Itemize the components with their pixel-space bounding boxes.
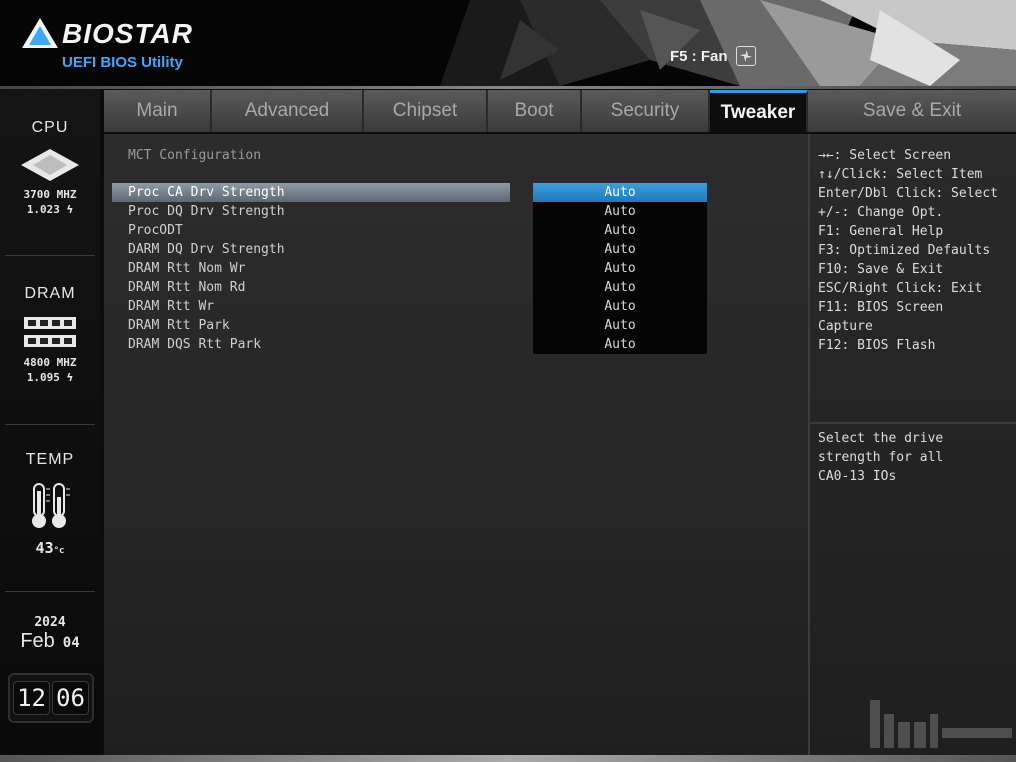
- thermometer-icon: [32, 483, 70, 528]
- sidebar-divider: [5, 424, 95, 425]
- dram-title: DRAM: [24, 285, 76, 302]
- biostar-logo-icon: [22, 18, 58, 48]
- tab-chipset[interactable]: Chipset: [364, 90, 488, 132]
- temp-status: TEMP 43°c: [0, 451, 100, 557]
- setting-label: DRAM DQS Rtt Park: [128, 337, 262, 352]
- main-tabs: Main Advanced Chipset Boot Security Twea…: [104, 90, 1016, 132]
- key-help-line: ESC/Right Click: Exit: [818, 281, 983, 296]
- key-help-line: F1: General Help: [818, 224, 944, 239]
- key-help-line: F11: BIOS Screen: [818, 300, 944, 315]
- key-help-line: F10: Save & Exit: [818, 262, 944, 277]
- bios-subtitle: UEFI BIOS Utility: [62, 54, 183, 71]
- setting-label: DARM DQ Drv Strength: [128, 242, 285, 257]
- key-help-line: F12: BIOS Flash: [818, 338, 936, 353]
- tab-save-exit[interactable]: Save & Exit: [808, 90, 1016, 132]
- key-help-line: Capture: [818, 319, 873, 334]
- bottom-edge: [0, 755, 1016, 762]
- tab-boot[interactable]: Boot: [488, 90, 582, 132]
- temp-unit: °c: [53, 546, 65, 556]
- key-help-line: ↑↓/Click: Select Item: [818, 167, 983, 182]
- setting-label: Proc CA Drv Strength: [128, 185, 285, 200]
- dram-module-icon: [24, 317, 76, 347]
- key-help-line: +/-: Change Opt.: [818, 205, 944, 220]
- setting-row-proc-ca-drv-strength[interactable]: Proc CA Drv Strength Auto: [112, 183, 712, 202]
- tab-advanced[interactable]: Advanced: [212, 90, 364, 132]
- status-sidebar: CPU 3700 MHZ 1.023 ϟ DRAM 4800 MHZ 1.095…: [0, 89, 100, 755]
- cpu-voltage: 1.023 ϟ: [26, 203, 74, 216]
- temp-reading: 43°c: [0, 539, 100, 557]
- time-minute: 06: [52, 681, 89, 715]
- setting-label: Proc DQ Drv Strength: [128, 204, 285, 219]
- setting-value[interactable]: Auto: [533, 278, 707, 297]
- setting-value[interactable]: Auto: [533, 335, 707, 354]
- header-banner: BIOSTAR UEFI BIOS Utility F5 : Fan: [0, 0, 1016, 86]
- fan-icon: [735, 46, 756, 66]
- watermark-logo: [870, 700, 1012, 748]
- date-display: 2024 Feb 04: [0, 615, 100, 653]
- key-help-line: Enter/Dbl Click: Select: [818, 186, 999, 201]
- setting-row-dram-rtt-nom-wr[interactable]: DRAM Rtt Nom Wr Auto: [112, 259, 712, 278]
- sidebar-divider: [5, 591, 95, 592]
- sidebar-divider: [5, 255, 95, 256]
- description-line: CA0-13 IOs: [818, 469, 897, 484]
- dram-voltage: 1.095 ϟ: [26, 371, 74, 384]
- item-description: Select the drive strength for all CA0-13…: [818, 429, 1008, 486]
- time-display: 12 06: [8, 673, 94, 723]
- setting-row-procodt[interactable]: ProcODT Auto: [112, 221, 712, 240]
- setting-row-darm-dq-drv-strength[interactable]: DARM DQ Drv Strength Auto: [112, 240, 712, 259]
- key-help-line: →←: Select Screen: [818, 148, 952, 163]
- setting-row-dram-rtt-wr[interactable]: DRAM Rtt Wr Auto: [112, 297, 712, 316]
- setting-value[interactable]: Auto: [533, 316, 707, 335]
- setting-label: DRAM Rtt Wr: [128, 299, 215, 314]
- key-help-list: →←: Select Screen ↑↓/Click: Select Item …: [818, 146, 998, 355]
- setting-value[interactable]: Auto: [533, 240, 707, 259]
- setting-label: ProcODT: [128, 223, 183, 238]
- description-line: Select the drive: [818, 431, 944, 446]
- setting-label: DRAM Rtt Nom Wr: [128, 261, 246, 276]
- setting-row-proc-dq-drv-strength[interactable]: Proc DQ Drv Strength Auto: [112, 202, 712, 221]
- setting-value[interactable]: Auto: [533, 202, 707, 221]
- temp-title: TEMP: [25, 451, 75, 468]
- header-divider: [0, 86, 1016, 89]
- date-year: 2024: [34, 615, 66, 630]
- fan-hotkey[interactable]: F5 : Fan: [670, 46, 756, 66]
- date-day: 04: [62, 635, 80, 651]
- tab-tweaker[interactable]: Tweaker: [710, 90, 808, 132]
- settings-panel: MCT Configuration Proc CA Drv Strength A…: [104, 134, 808, 755]
- dram-frequency: 4800 MHZ: [23, 356, 77, 369]
- setting-value[interactable]: Auto: [533, 259, 707, 278]
- setting-label: DRAM Rtt Park: [128, 318, 230, 333]
- time-hour: 12: [13, 681, 50, 715]
- brand-name: BIOSTAR: [62, 18, 193, 49]
- cpu-chip-icon: [21, 149, 79, 181]
- setting-row-dram-rtt-nom-rd[interactable]: DRAM Rtt Nom Rd Auto: [112, 278, 712, 297]
- setting-row-dram-dqs-rtt-park[interactable]: DRAM DQS Rtt Park Auto: [112, 335, 712, 354]
- setting-label: DRAM Rtt Nom Rd: [128, 280, 246, 295]
- fan-hotkey-label: F5 : Fan: [670, 47, 728, 65]
- biostar-logo: BIOSTAR UEFI BIOS Utility: [20, 12, 210, 76]
- cpu-title: CPU: [31, 119, 69, 136]
- tab-main[interactable]: Main: [104, 90, 212, 132]
- section-title: MCT Configuration: [128, 148, 262, 163]
- description-line: strength for all: [818, 450, 944, 465]
- tab-security[interactable]: Security: [582, 90, 710, 132]
- key-help-line: F3: Optimized Defaults: [818, 243, 991, 258]
- setting-value[interactable]: Auto: [533, 221, 707, 240]
- dram-status: DRAM 4800 MHZ 1.095 ϟ: [0, 285, 100, 385]
- help-panel: →←: Select Screen ↑↓/Click: Select Item …: [810, 134, 1016, 755]
- date-month: Feb: [20, 630, 55, 652]
- cpu-status: CPU 3700 MHZ 1.023 ϟ: [0, 119, 100, 217]
- setting-row-dram-rtt-park[interactable]: DRAM Rtt Park Auto: [112, 316, 712, 335]
- temp-value: 43: [35, 539, 54, 557]
- help-divider: [810, 422, 1016, 424]
- setting-value[interactable]: Auto: [533, 183, 707, 202]
- cpu-frequency: 3700 MHZ: [23, 188, 77, 201]
- setting-value[interactable]: Auto: [533, 297, 707, 316]
